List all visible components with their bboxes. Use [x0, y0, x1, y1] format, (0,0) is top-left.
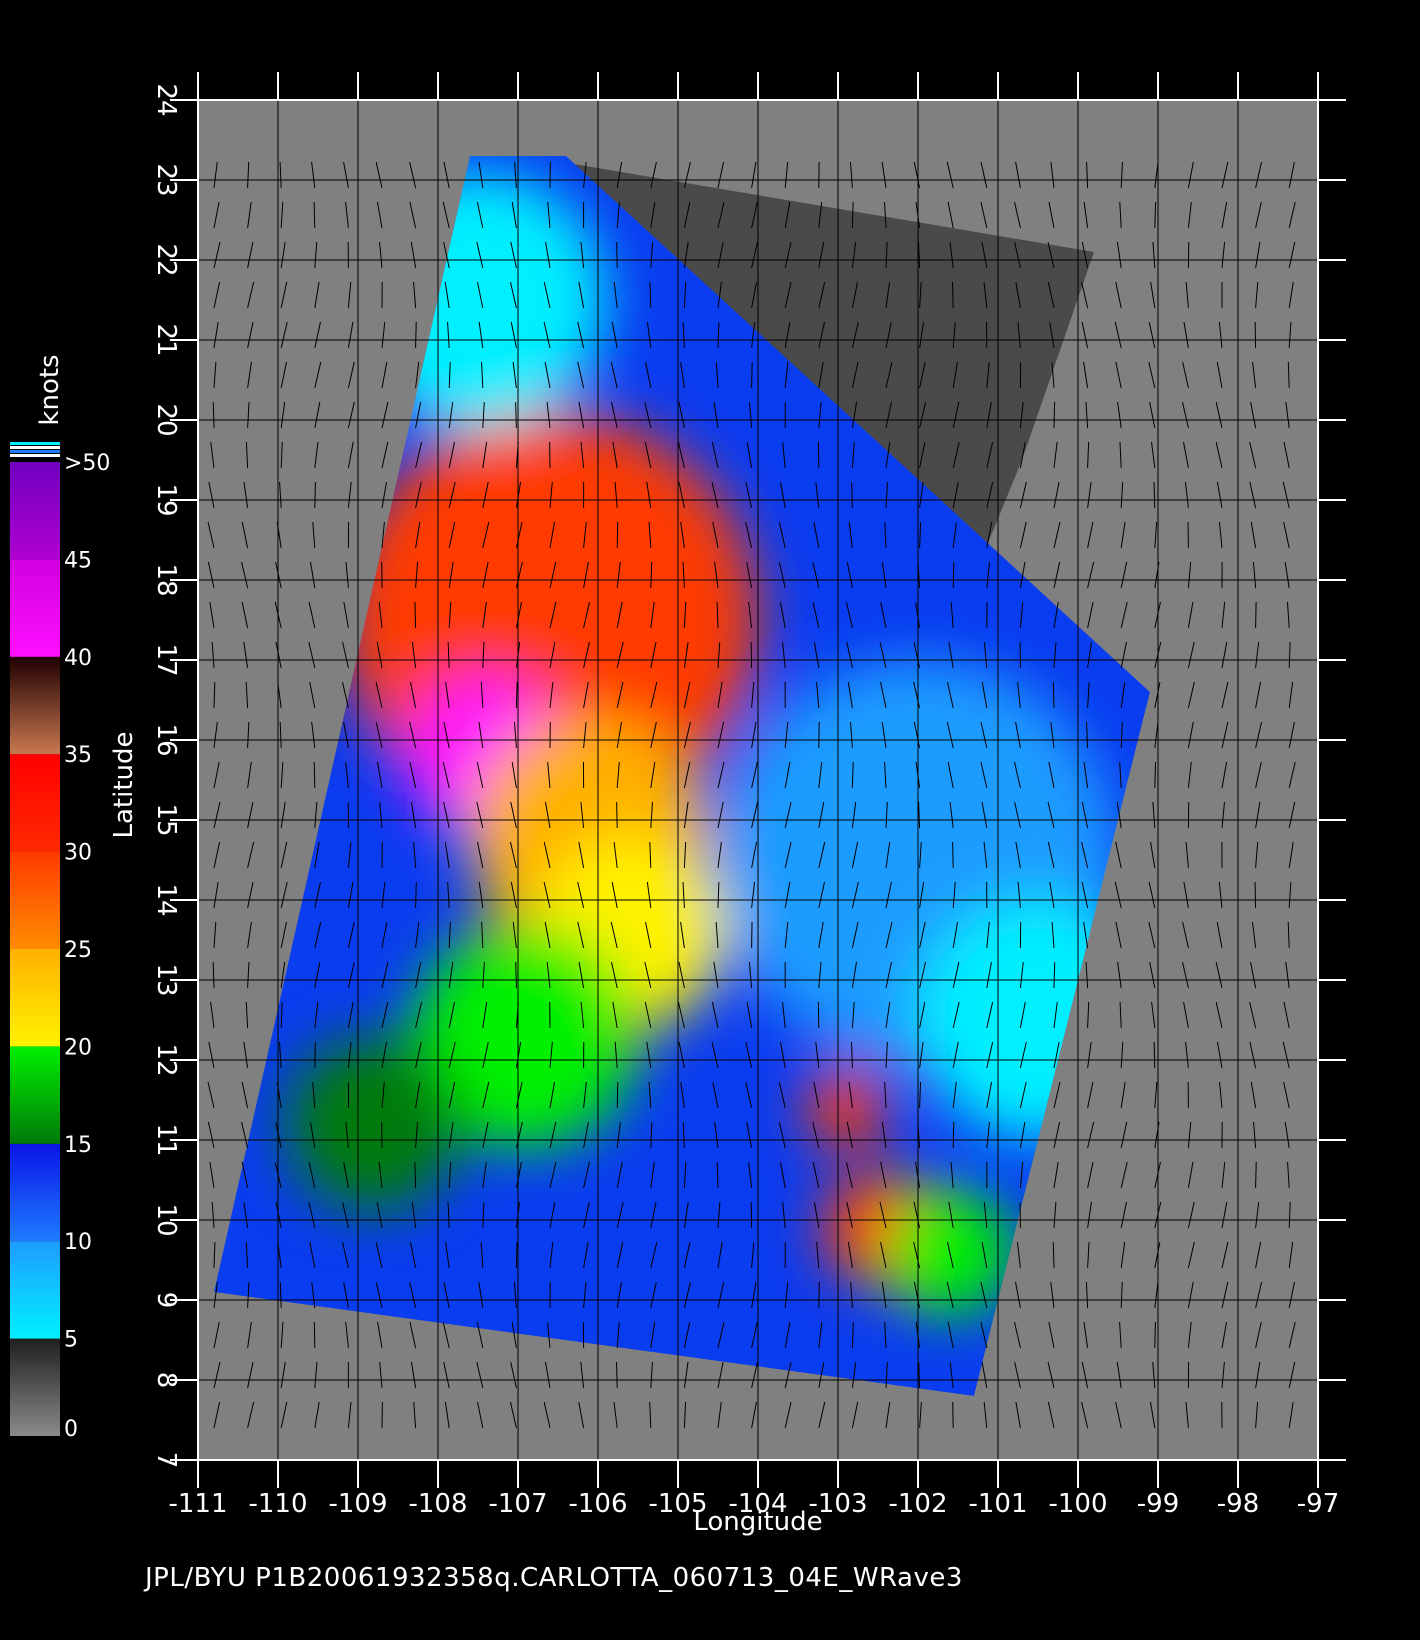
wind-barb: [952, 561, 955, 589]
wind-barb: [415, 321, 417, 349]
wind-barb: [1255, 1161, 1257, 1189]
colorbar-label: >50: [64, 451, 110, 476]
wind-barb: [952, 1121, 955, 1149]
lat-tick-label: 16: [151, 723, 181, 756]
colorbar-label: 5: [64, 1328, 78, 1353]
wind-barb: [314, 481, 316, 509]
lat-tick-label: 18: [151, 563, 181, 596]
lat-tick-label: 10: [151, 1203, 181, 1236]
lon-tick-label: -111: [168, 1489, 227, 1519]
colorbar-label: 25: [64, 938, 92, 963]
wind-map: -111 -110 -109 -108 -107 -106 -105 -104 -103 -102…: [10, 72, 1346, 1537]
lat-tick-label: 9: [151, 1292, 181, 1309]
wind-barb: [1052, 681, 1055, 709]
lon-tick-label: -109: [328, 1489, 387, 1519]
wind-barb: [616, 1081, 619, 1109]
lat-tick-label: 22: [151, 243, 181, 276]
wind-barb: [414, 601, 417, 629]
wind-barb: [314, 1041, 316, 1069]
wind-barb: [616, 801, 618, 829]
colorbar-label: 45: [64, 548, 92, 573]
colorbar-band: [10, 1241, 60, 1339]
wind-barb: [616, 521, 619, 549]
wind-barb: [952, 281, 954, 309]
lon-tick-label: -102: [888, 1489, 947, 1519]
wind-barb: [1255, 601, 1257, 629]
lat-tick-label: 24: [151, 83, 181, 116]
wind-barb: [751, 361, 753, 389]
colorbar-overflow-stripe: [10, 446, 60, 449]
figure-caption: JPL/BYU P1B20061932358q.CARLOTTA_060713_…: [145, 1563, 963, 1593]
lat-tick-label: 13: [151, 963, 181, 996]
lon-tick-label: -107: [488, 1489, 547, 1519]
wind-barb: [313, 761, 316, 789]
lat-tick-label: 15: [151, 803, 181, 836]
wind-barb: [1053, 401, 1056, 429]
lat-tick-label: 20: [151, 403, 181, 436]
wind-barb: [1254, 881, 1257, 909]
colorbar-band: [10, 559, 60, 657]
colorbar-label: 0: [64, 1417, 78, 1442]
lat-tick-label: 8: [151, 1372, 181, 1389]
colorbar: 0 5 10 15 20 25 30 35 40 45 >50 knots: [10, 354, 110, 1442]
y-axis-title: Latitude: [109, 731, 139, 838]
lon-tick-label: -97: [1297, 1489, 1339, 1519]
colorbar-band: [10, 462, 60, 560]
lat-tick-label: 12: [151, 1043, 181, 1076]
colorbar-band: [10, 656, 60, 755]
colorbar-overflow-stripe: [10, 454, 60, 457]
colorbar-label: 15: [64, 1133, 92, 1158]
lat-tick-label: 21: [151, 323, 181, 356]
colorbar-label: 40: [64, 646, 92, 671]
wind-barb: [952, 841, 954, 869]
colorbar-title: knots: [35, 354, 65, 425]
colorbar-label: 35: [64, 743, 92, 768]
wind-barb: [616, 1361, 618, 1389]
lon-tick-label: -110: [248, 1489, 307, 1519]
colorbar-overflow-stripe: [10, 442, 60, 445]
wind-barb: [1153, 1041, 1156, 1069]
lon-tick-label: -106: [568, 1489, 627, 1519]
colorbar-band: [10, 1046, 60, 1144]
lat-tick-label: 19: [151, 483, 181, 516]
lat-tick-label: 17: [151, 643, 181, 676]
lon-tick-label: -108: [408, 1489, 467, 1519]
wind-barb: [515, 1241, 518, 1269]
colorbar-overflow-stripe: [10, 450, 60, 453]
wind-barb: [515, 961, 517, 989]
colorbar-band: [10, 1338, 60, 1436]
lon-tick-label: -99: [1137, 1489, 1179, 1519]
colorbar-label: 10: [64, 1230, 92, 1255]
lon-tick-label: -98: [1217, 1489, 1259, 1519]
colorbar-band: [10, 754, 60, 852]
colorbar-label: 20: [64, 1035, 92, 1060]
colorbar-band: [10, 949, 60, 1047]
wind-speed-region: [806, 1068, 886, 1148]
lon-tick-label: -101: [968, 1489, 1027, 1519]
lat-tick-label: 23: [151, 163, 181, 196]
lat-tick-label: 14: [151, 883, 181, 916]
colorbar-band: [10, 851, 60, 949]
wind-barb: [313, 201, 316, 229]
lon-tick-label: -100: [1048, 1489, 1107, 1519]
colorbar-band: [10, 1143, 60, 1242]
wind-speed-region: [286, 1036, 462, 1212]
lat-tick-label: 7: [151, 1452, 181, 1469]
colorbar-label: 30: [64, 841, 92, 866]
lat-tick-label: 11: [151, 1123, 181, 1156]
wind-barb: [415, 881, 417, 909]
wind-barb: [1154, 1321, 1156, 1349]
x-axis-title: Longitude: [693, 1507, 822, 1537]
